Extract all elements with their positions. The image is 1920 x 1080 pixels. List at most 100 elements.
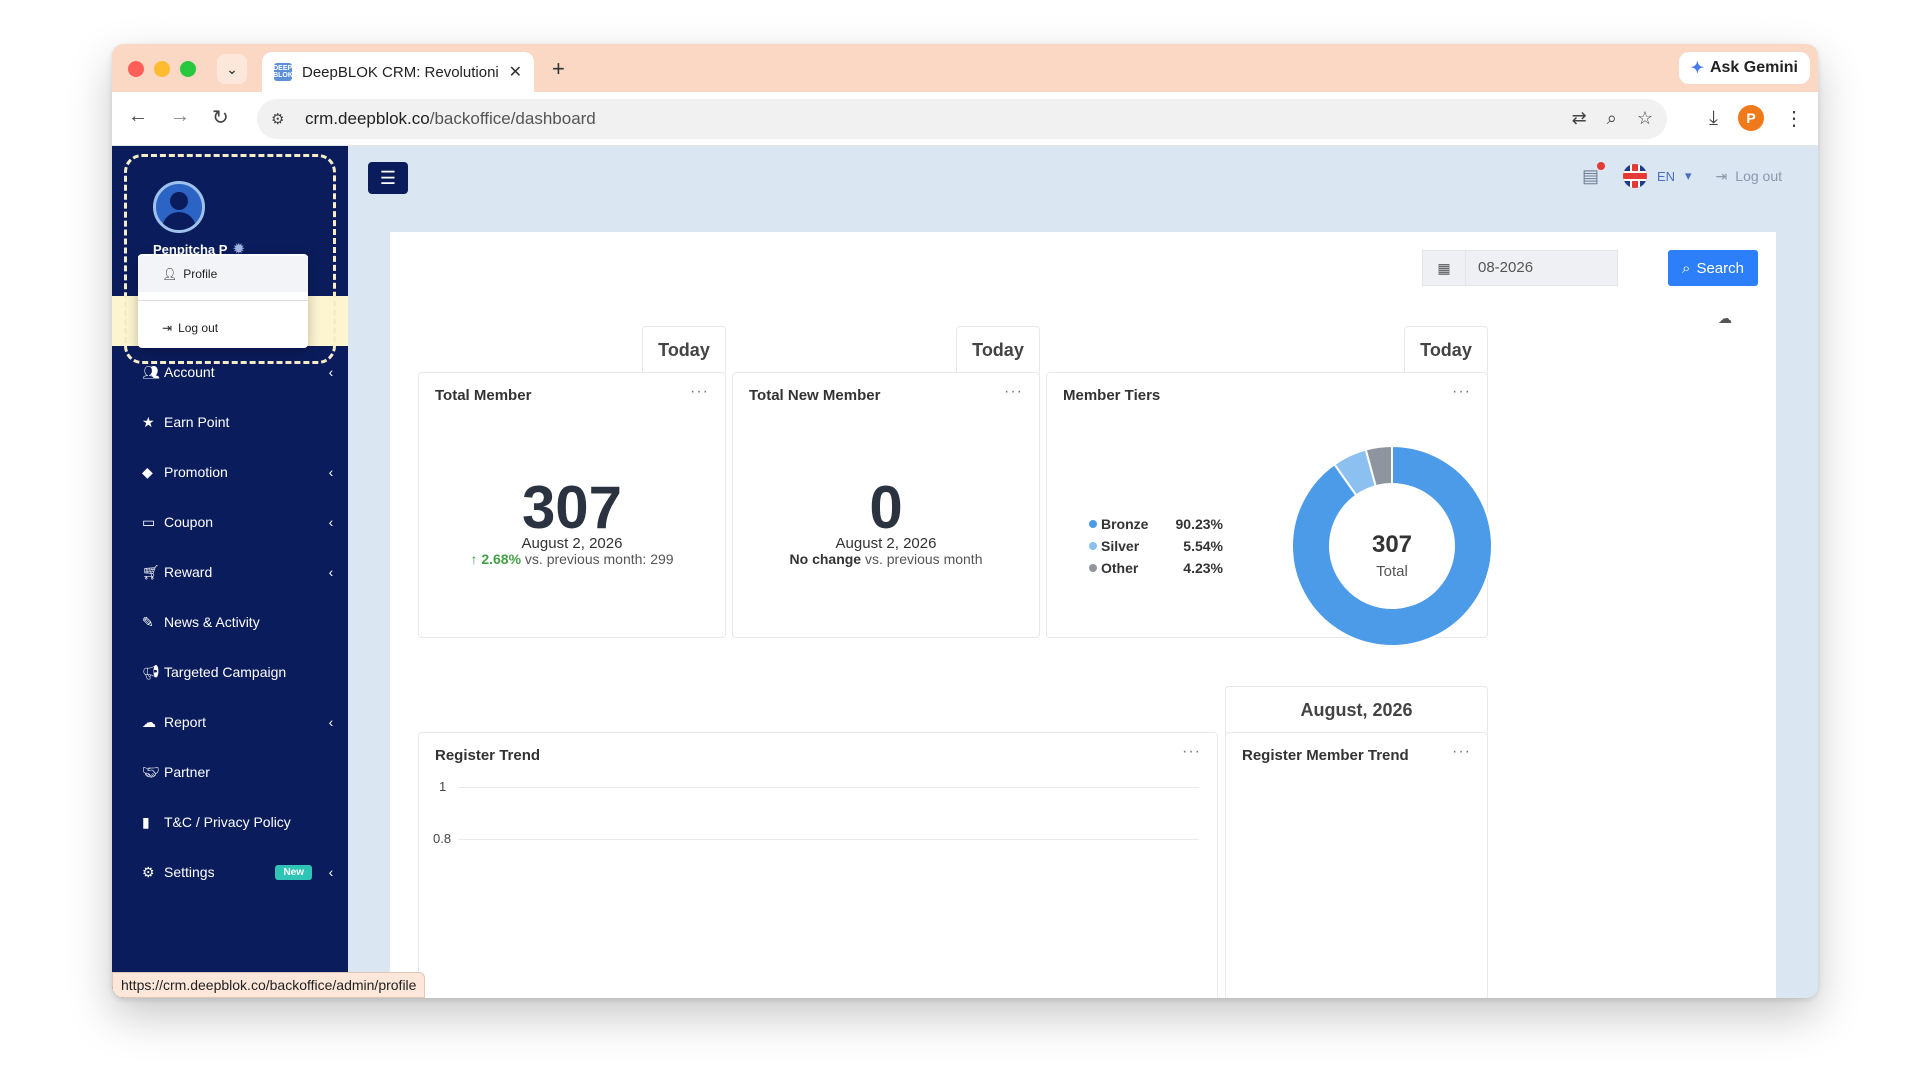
legend-pct: 4.23% bbox=[1183, 560, 1223, 576]
app-area: Penpitcha P ✹ 👤︎ Profile ⇥ Log out 👥︎ Acc… bbox=[112, 146, 1818, 998]
main-content: ☰ ▤ EN ▾ ⇥ Log out ▦ 08-2026 ⌕ Search ☁ … bbox=[348, 146, 1818, 998]
register-trend-panel: Register Trend ··· 1 0.8 bbox=[418, 732, 1218, 998]
sidebar-item-report[interactable]: ☁ Report ‹ bbox=[112, 702, 348, 742]
browser-menu-icon[interactable]: ⋮ bbox=[1784, 106, 1804, 131]
more-options-icon[interactable]: ··· bbox=[1452, 743, 1471, 761]
back-arrow-icon[interactable]: ← bbox=[128, 105, 148, 128]
sidebar-item-promotion[interactable]: ◆ Promotion ‹ bbox=[112, 452, 348, 492]
megaphone-icon: 📢︎ bbox=[142, 663, 160, 680]
download-icon[interactable]: ⤓ bbox=[1709, 107, 1718, 130]
total-member-date: August 2, 2026 bbox=[521, 535, 623, 552]
period-tab-total-member[interactable]: Today bbox=[642, 326, 726, 374]
sidebar-item-label: Reward bbox=[164, 564, 213, 580]
donut-total-value: 307 bbox=[1371, 531, 1413, 558]
period-tab-new-member[interactable]: Today bbox=[956, 326, 1040, 374]
status-bar-url: https://crm.deepblok.co/backoffice/admin… bbox=[112, 972, 426, 998]
news-notification-icon[interactable]: ▤ bbox=[1582, 161, 1605, 187]
users-icon: 👥︎ bbox=[142, 363, 160, 380]
site-settings-icon[interactable]: ⚙ bbox=[271, 110, 299, 128]
chevron-left-icon: ‹ bbox=[328, 514, 334, 530]
cloud-download-icon[interactable]: ☁ bbox=[1718, 310, 1732, 327]
panel-title: Total New Member bbox=[749, 387, 881, 404]
sidebar-item-label: Report bbox=[164, 714, 207, 730]
sidebar-item-coupon[interactable]: ▭ Coupon ‹ bbox=[112, 502, 348, 542]
sidebar-item-partner[interactable]: 🤝︎ Partner bbox=[112, 752, 348, 792]
total-new-member-panel: Total New Member ··· 0 August 2, 2026 No… bbox=[732, 372, 1040, 638]
maximize-window-button[interactable] bbox=[180, 61, 196, 77]
hamburger-menu-button[interactable]: ☰ bbox=[368, 162, 408, 194]
chevron-left-icon: ‹ bbox=[328, 864, 334, 880]
user-dropdown-menu: 👤︎ Profile ⇥ Log out bbox=[138, 254, 308, 348]
bookmark-star-icon[interactable]: ☆ bbox=[1637, 108, 1653, 129]
total-member-panel: Total Member ··· 307 August 2, 2026 ↑ 2.… bbox=[418, 372, 726, 638]
new-tab-button[interactable]: + bbox=[552, 56, 565, 82]
sidebar-item-label: Earn Point bbox=[164, 414, 230, 430]
minimize-window-button[interactable] bbox=[154, 61, 170, 77]
legend-item-other: Other 4.23% bbox=[1089, 557, 1223, 579]
forward-arrow-icon[interactable]: → bbox=[170, 105, 190, 128]
chevron-left-icon: ‹ bbox=[328, 564, 334, 580]
total-member-value: 307 bbox=[521, 474, 623, 541]
total-member-compare: ↑ 2.68% vs. previous month: 299 bbox=[470, 551, 674, 567]
sidebar-item-label: Promotion bbox=[164, 464, 228, 480]
sidebar-item-settings[interactable]: ⚙ Settings New ‹ bbox=[112, 852, 348, 892]
profile-avatar[interactable]: P bbox=[1738, 105, 1764, 131]
chevron-left-icon: ‹ bbox=[328, 714, 334, 730]
month-tab[interactable]: August, 2026 bbox=[1225, 686, 1488, 734]
gridline bbox=[459, 787, 1199, 788]
ask-gemini-button[interactable]: ✦ Ask Gemini bbox=[1678, 52, 1810, 84]
uk-flag-icon bbox=[1622, 164, 1647, 188]
period-tab-member-tiers[interactable]: Today bbox=[1404, 326, 1488, 374]
sidebar-item-targeted-campaign[interactable]: 📢︎ Targeted Campaign bbox=[112, 652, 348, 692]
url-text[interactable]: crm.deepblok.co/backoffice/dashboard bbox=[305, 109, 596, 129]
legend-item-bronze: Bronze 90.23% bbox=[1089, 513, 1223, 535]
legend-pct: 5.54% bbox=[1183, 538, 1223, 554]
close-tab-icon[interactable]: ✕ bbox=[509, 62, 522, 82]
month-input[interactable]: 08-2026 bbox=[1466, 250, 1618, 286]
cloud-download-icon: ☁ bbox=[142, 713, 156, 730]
document-icon: ▮ bbox=[142, 813, 150, 830]
legend-dot bbox=[1089, 520, 1097, 528]
more-options-icon[interactable]: ··· bbox=[1452, 383, 1471, 401]
chevron-left-icon: ‹ bbox=[328, 464, 334, 480]
logout-link[interactable]: ⇥ Log out bbox=[1716, 168, 1782, 185]
sidebar-item-earn-point[interactable]: ★ Earn Point bbox=[112, 402, 348, 442]
user-avatar[interactable] bbox=[153, 181, 205, 233]
search-icon: ⌕ bbox=[1682, 259, 1691, 277]
new-badge: New bbox=[275, 864, 312, 880]
sidebar-item-news-activity[interactable]: ✎ News & Activity bbox=[112, 602, 348, 642]
panel-title: Total Member bbox=[435, 387, 532, 404]
more-options-icon[interactable]: ··· bbox=[1182, 743, 1201, 761]
menu-item-profile[interactable]: 👤︎ Profile bbox=[138, 256, 308, 292]
ticket-icon: ▭ bbox=[142, 513, 156, 530]
sidebar-item-label: Partner bbox=[164, 764, 210, 780]
legend-name: Other bbox=[1101, 560, 1139, 576]
reload-icon[interactable]: ↻ bbox=[212, 105, 229, 130]
menu-item-logout[interactable]: ⇥ Log out bbox=[138, 310, 308, 346]
total-new-member-value: 0 bbox=[869, 474, 903, 541]
calendar-icon[interactable]: ▦ bbox=[1422, 250, 1466, 286]
legend-name: Silver bbox=[1101, 538, 1140, 554]
notification-dot bbox=[1596, 161, 1605, 170]
close-window-button[interactable] bbox=[128, 61, 144, 77]
sidebar: Penpitcha P ✹ 👤︎ Profile ⇥ Log out 👥︎ Acc… bbox=[112, 146, 426, 998]
more-options-icon[interactable]: ··· bbox=[690, 383, 709, 401]
tier-legend: Bronze 90.23% Silver 5.54% Other 4.23% bbox=[1089, 513, 1223, 579]
month-picker[interactable]: ▦ 08-2026 bbox=[1422, 250, 1618, 286]
zoom-icon[interactable]: ⌕ bbox=[1607, 108, 1617, 129]
user-icon: 👤︎ bbox=[162, 267, 178, 281]
browser-tab[interactable]: DEEP BLOK DeepBLOK CRM: Revolutioniz ✕ bbox=[262, 52, 534, 92]
menu-divider bbox=[138, 300, 308, 301]
sidebar-item-t-c-privacy-policy[interactable]: ▮ T&C / Privacy Policy bbox=[112, 802, 348, 842]
ask-gemini-label: Ask Gemini bbox=[1709, 59, 1798, 76]
panel-title: Register Trend bbox=[435, 747, 541, 764]
language-selector[interactable]: EN ▾ bbox=[1622, 164, 1692, 188]
more-options-icon[interactable]: ··· bbox=[1004, 383, 1023, 401]
sidebar-item-reward[interactable]: 🛒︎ Reward ‹ bbox=[112, 552, 348, 592]
y-tick-label: 1 bbox=[439, 779, 447, 794]
translate-icon[interactable]: ⇄ bbox=[1572, 108, 1587, 129]
address-bar[interactable]: ⚙ crm.deepblok.co/backoffice/dashboard ⇄… bbox=[257, 99, 1667, 139]
search-button[interactable]: ⌕ Search bbox=[1668, 250, 1758, 286]
tag-icon: ◆ bbox=[142, 463, 153, 480]
tab-search-button[interactable]: ⌄ bbox=[217, 54, 247, 84]
